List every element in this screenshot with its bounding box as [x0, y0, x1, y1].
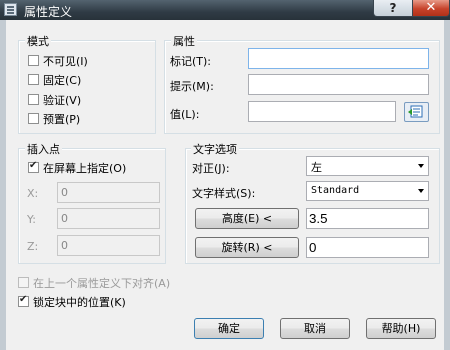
ok-button[interactable]: 确定	[194, 318, 264, 339]
lock-position-label: 锁定块中的位置(K)	[33, 296, 126, 309]
default-input[interactable]	[248, 101, 396, 122]
preset-checkbox[interactable]	[28, 113, 39, 124]
height-input[interactable]	[306, 208, 429, 229]
window-title: 属性定义	[24, 5, 73, 19]
justify-value: 左	[311, 161, 322, 174]
tag-label: 标记(T):	[170, 55, 212, 68]
attribute-group-label: 属性	[171, 33, 197, 49]
text-style-select[interactable]: Standard	[306, 181, 429, 201]
text-style-value: Standard	[311, 185, 360, 196]
lock-position-checkbox[interactable]	[18, 294, 29, 307]
prompt-label: 提示(M):	[170, 80, 214, 93]
y-input[interactable]: 0	[57, 208, 160, 229]
title-bar[interactable]: 属性定义 ? ✕	[0, 0, 450, 20]
verify-checkbox[interactable]	[28, 94, 39, 105]
text-style-label: 文字样式(S):	[192, 187, 256, 200]
verify-label: 验证(V)	[43, 94, 82, 107]
insert-field-button[interactable]	[404, 102, 429, 122]
constant-checkbox[interactable]	[28, 74, 39, 85]
chevron-down-icon	[418, 164, 424, 168]
specify-on-screen-label: 在屏幕上指定(O)	[43, 162, 127, 175]
align-below-label: 在上一个属性定义下对齐(A)	[33, 277, 171, 290]
invisible-label: 不可见(I)	[43, 55, 88, 68]
x-input[interactable]: 0	[57, 182, 160, 203]
insertion-group-label: 插入点	[25, 141, 62, 157]
mode-group-label: 模式	[25, 33, 51, 49]
z-label: Z:	[27, 240, 39, 253]
prompt-input[interactable]	[248, 74, 429, 95]
y-label: Y:	[27, 213, 36, 226]
specify-on-screen-checkbox[interactable]	[28, 160, 39, 173]
align-below-checkbox[interactable]	[18, 277, 29, 288]
z-input[interactable]: 0	[57, 235, 160, 256]
tag-input[interactable]	[248, 48, 429, 69]
preset-label: 预置(P)	[43, 113, 81, 126]
insert-field-icon	[408, 105, 423, 118]
justify-select[interactable]: 左	[306, 156, 429, 176]
title-help-button[interactable]: ?	[373, 0, 413, 17]
justify-label: 对正(J):	[192, 162, 230, 175]
chevron-down-icon	[418, 189, 424, 193]
rotation-input[interactable]	[306, 237, 429, 258]
constant-label: 固定(C)	[43, 74, 82, 87]
help-button[interactable]: 帮助(H)	[366, 318, 436, 339]
app-icon	[4, 3, 17, 16]
invisible-checkbox[interactable]	[28, 55, 39, 66]
text-options-group-label: 文字选项	[191, 141, 239, 157]
height-pick-button[interactable]: 高度(E) <	[195, 208, 299, 229]
rotation-pick-button[interactable]: 旋转(R) <	[195, 237, 299, 258]
default-label: 值(L):	[170, 108, 200, 121]
cancel-button[interactable]: 取消	[280, 318, 350, 339]
x-label: X:	[27, 187, 39, 200]
close-button[interactable]: ✕	[413, 0, 450, 17]
